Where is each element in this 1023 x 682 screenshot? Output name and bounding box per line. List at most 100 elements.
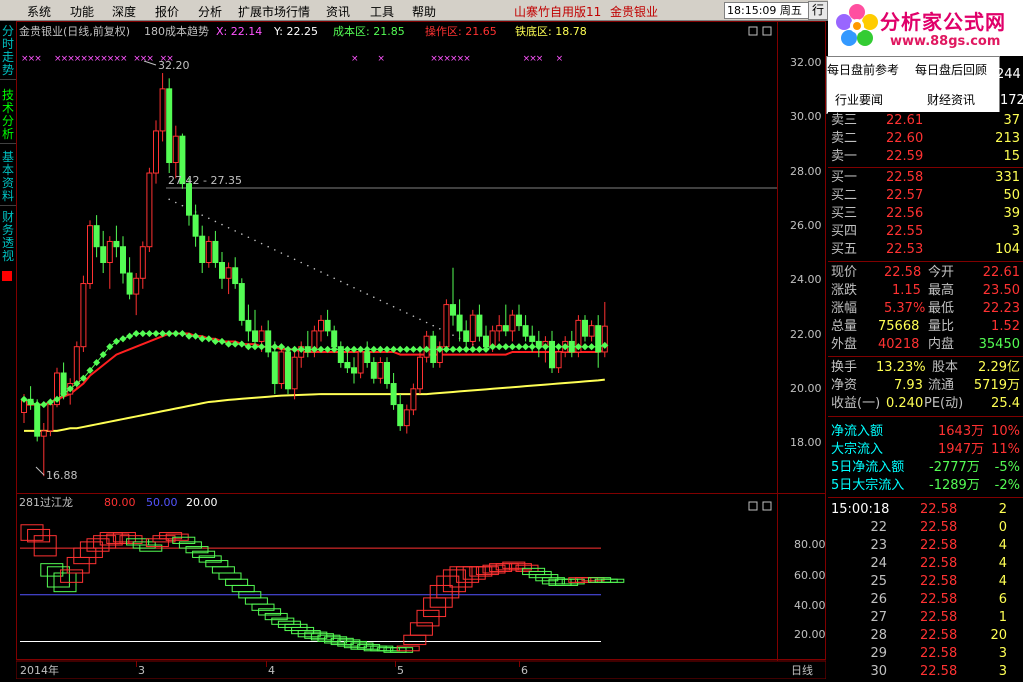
candle-body	[252, 330, 258, 342]
menu-function[interactable]: 功能	[70, 3, 94, 20]
ask-row-2[interactable]: 卖二 22.60 213	[828, 130, 1023, 148]
side-tabs: 分时走势 技术分析 基本资料 财务透视	[0, 21, 16, 679]
sub-v1: 80.00	[104, 496, 136, 509]
sub-box	[429, 584, 453, 608]
price-tick: 26.00	[790, 219, 822, 232]
period-label[interactable]: 日线	[791, 663, 813, 677]
candle-body	[384, 361, 390, 385]
ma-green-marker	[258, 343, 266, 351]
sub-expand-icon[interactable]	[762, 501, 772, 511]
sub-box	[205, 560, 229, 568]
sub-box	[409, 622, 433, 636]
signal-marker: ×	[34, 54, 42, 64]
band-dot	[439, 328, 441, 330]
sub-box	[33, 535, 57, 557]
band-dot	[181, 204, 184, 207]
sub-box	[568, 577, 592, 583]
tab-technical[interactable]: 技术分析	[0, 89, 16, 144]
menu-system[interactable]: 系统	[27, 3, 51, 20]
stat-row: 外盘 40218 内盘 35450	[831, 337, 1020, 352]
candle-body	[238, 283, 245, 321]
bid-row-1[interactable]: 买一 22.58 331	[828, 169, 1023, 187]
candle-body	[588, 325, 595, 337]
cost-zone-value: 成本区: 21.85	[333, 24, 405, 38]
menu-quote[interactable]: 报价	[155, 3, 179, 20]
band-dot	[247, 236, 250, 239]
time-label: 6	[521, 664, 528, 677]
tab-financials[interactable]: 财务透视	[0, 211, 16, 265]
candle-body	[159, 88, 166, 132]
tab-intraday[interactable]: 分时走势	[0, 25, 16, 80]
ask-row-3[interactable]: 卖三 22.61 37	[828, 112, 1023, 130]
menu-news[interactable]: 资讯	[326, 3, 350, 20]
chart-option-icon[interactable]	[748, 26, 758, 36]
band-dot	[386, 302, 388, 305]
sub-box	[495, 563, 519, 571]
candle-body	[212, 240, 219, 263]
menu-extended-market[interactable]: 扩展市场行情	[238, 3, 310, 20]
menu-tools[interactable]: 工具	[370, 3, 394, 20]
candle-body	[34, 404, 41, 437]
candle-body	[344, 361, 351, 369]
menu-depth[interactable]: 深度	[112, 3, 136, 20]
toggle-button[interactable]: 行	[808, 1, 828, 20]
flow-row: 5日净流入额 -2777万 -5%	[831, 460, 1020, 475]
flow-row: 净流入额 1643万 10%	[831, 424, 1020, 439]
stat-row: 总量 75668 量比 1.52	[831, 319, 1020, 334]
sub-box	[258, 608, 282, 616]
ma-green-marker	[475, 345, 483, 353]
app-title: 山寨竹自用版11	[514, 5, 602, 19]
sub-box	[264, 612, 288, 621]
bid-row-2[interactable]: 买二 22.57 50	[828, 187, 1023, 205]
band-dot	[175, 201, 177, 204]
sub-option-icon[interactable]	[748, 501, 758, 511]
sub-box	[251, 603, 275, 611]
sub-tick: 40.00	[794, 599, 826, 612]
fund-row: 净资 7.93 流通 5719万	[831, 378, 1020, 393]
sub-box	[60, 569, 84, 583]
chart-area[interactable]: 金贵银业(日线,前复权) 180成本趋势 X: 22.14 Y: 22.25 成…	[15, 21, 827, 680]
menu-help[interactable]: 帮助	[412, 3, 436, 20]
candle-body	[469, 314, 476, 342]
main-frame	[16, 21, 826, 494]
ma-green-marker	[416, 345, 424, 353]
kline-chart[interactable]: 金贵银业(日线,前复权) 180成本趋势 X: 22.14 Y: 22.25 成…	[15, 21, 827, 680]
candle-body	[192, 214, 199, 237]
tick-row: 23 22.58 4	[870, 538, 1007, 553]
tick-row: 29 22.58 3	[870, 646, 1007, 661]
candle-body	[120, 246, 126, 274]
sub-box	[456, 566, 480, 583]
ma-green-marker	[271, 343, 279, 351]
fund-row: 换手 13.23% 股本 2.29亿	[831, 360, 1020, 375]
candle-body	[172, 135, 179, 164]
ma-green-marker	[588, 343, 596, 351]
x-value: X: 22.14	[216, 25, 262, 38]
signal-marker: ×	[536, 54, 544, 64]
ask-row-1[interactable]: 卖一 22.59 15	[828, 148, 1023, 166]
time-label: 3	[138, 664, 145, 677]
sub-box	[66, 556, 90, 574]
ma-green-marker	[495, 343, 503, 351]
candle-body	[476, 314, 483, 337]
menu-analysis[interactable]: 分析	[198, 3, 222, 20]
tab-fundamentals[interactable]: 基本资料	[0, 151, 16, 206]
partial-row: 172	[1000, 93, 1023, 108]
ma-green-marker	[462, 345, 470, 353]
bid-row-5[interactable]: 买五 22.53 104	[828, 241, 1023, 259]
candle-body	[113, 240, 120, 248]
chart-expand-icon[interactable]	[762, 26, 772, 36]
candle-body	[318, 319, 324, 332]
flow-row: 大宗流入 1947万 11%	[831, 442, 1020, 457]
range-mark: 27.42 - 27.35	[168, 174, 242, 187]
candle-body	[582, 319, 588, 337]
bid-row-3[interactable]: 买三 22.56 39	[828, 205, 1023, 223]
y-value: Y: 22.25	[273, 25, 318, 38]
sub-box	[185, 546, 209, 554]
band-dot	[353, 286, 355, 289]
sub-box	[370, 645, 394, 652]
band-dot	[340, 280, 342, 283]
bid-row-4[interactable]: 买四 22.55 3	[828, 223, 1023, 241]
sub-box	[20, 524, 44, 541]
band-dot	[287, 255, 289, 257]
ma-green-marker	[40, 401, 48, 409]
